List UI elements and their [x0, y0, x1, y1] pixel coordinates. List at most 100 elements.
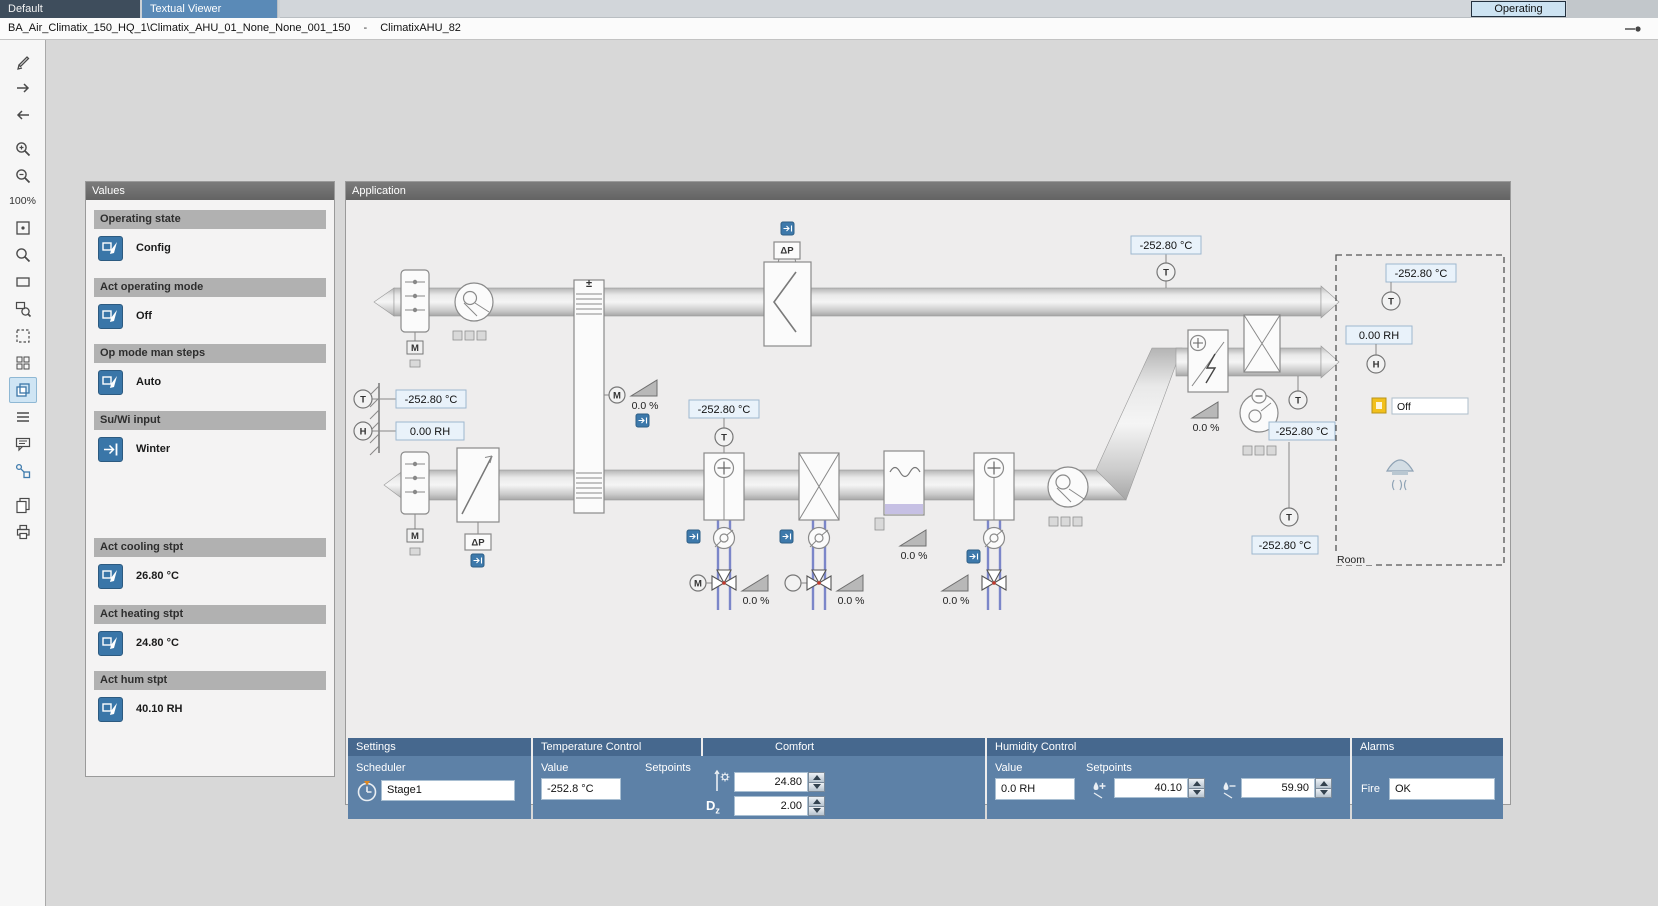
tab-bar-right-cap: [1567, 0, 1658, 18]
back-arrow-icon[interactable]: [9, 102, 37, 128]
zoom-level-label[interactable]: 100%: [6, 190, 40, 212]
grid-tool-icon[interactable]: [9, 350, 37, 376]
print-icon[interactable]: [9, 519, 37, 545]
application-panel-title: Application: [346, 182, 1510, 200]
comfort-setpoint-down-button[interactable]: [808, 783, 825, 793]
cooling-valve-value: 0.0 %: [838, 595, 865, 607]
supply-air-temp-sensor[interactable]: -252.80 °C T: [689, 400, 759, 453]
plate-heat-exchanger[interactable]: ΔP: [457, 448, 499, 567]
fit-view-icon[interactable]: [9, 215, 37, 241]
comfort-icon: [711, 768, 731, 797]
select-rect-icon[interactable]: [9, 269, 37, 295]
deadband-up-button[interactable]: [808, 796, 825, 807]
edit-value-icon: [98, 631, 123, 656]
copy-documents-icon[interactable]: [9, 492, 37, 518]
section-su-wi-input: Su/Wi input: [94, 411, 326, 430]
zoom-out-icon[interactable]: [9, 163, 37, 189]
section-op-mode-man-steps: Op mode man steps: [94, 344, 326, 363]
room-supply-temp-sensor-top[interactable]: T: [1289, 376, 1307, 409]
breadcrumb-path[interactable]: BA_Air_Climatix_150_HQ_1\Climatix_AHU_01…: [8, 22, 350, 34]
outside-temp-value: -252.80 °C: [405, 394, 458, 406]
extract-air-temp-sensor[interactable]: -252.80 °C T: [1131, 236, 1201, 288]
override-icon[interactable]: [471, 554, 484, 567]
comfort-setpoint-spinner: 24.80: [734, 772, 825, 792]
humidify-setpoint-up-button[interactable]: [1188, 778, 1205, 789]
pen-tool-icon[interactable]: [9, 48, 37, 74]
list-lines-icon[interactable]: [9, 404, 37, 430]
exhaust-coil-output-value: 0.0 %: [1193, 422, 1220, 434]
value-item-act-operating-mode[interactable]: Off: [94, 303, 326, 329]
exhaust-damper[interactable]: M: [401, 270, 429, 367]
section-act-hum-stpt: Act hum stpt: [94, 671, 326, 690]
svg-text:H: H: [1373, 360, 1380, 371]
wheel-speed-value: 0.0 %: [632, 400, 659, 412]
supply-fan[interactable]: [1048, 467, 1088, 526]
fire-alarm-field[interactable]: OK: [1389, 778, 1495, 800]
scheduler-value-field[interactable]: Stage1: [381, 780, 515, 801]
outside-temp-sensor[interactable]: T -252.80 °C: [354, 390, 466, 408]
override-icon[interactable]: [781, 222, 794, 235]
magnifier-icon[interactable]: [9, 242, 37, 268]
dashed-region-icon[interactable]: [9, 323, 37, 349]
comfort-setpoint-up-button[interactable]: [808, 772, 825, 783]
override-icon[interactable]: [780, 530, 793, 543]
override-icon[interactable]: [967, 550, 980, 563]
deadband-input[interactable]: 2.00: [734, 796, 808, 816]
position-slope-icon: [631, 380, 657, 396]
alarms-section: Alarms Fire OK: [1352, 738, 1503, 819]
section-operating-state: Operating state: [94, 210, 326, 229]
tab-textual-viewer[interactable]: Textual Viewer: [142, 0, 278, 18]
svg-text:T: T: [721, 433, 727, 444]
value-item-op-mode-man-steps[interactable]: Auto: [94, 369, 326, 395]
deadband-down-button[interactable]: [808, 807, 825, 817]
plant-diagram-area: T -252.80 °C H 0.00 RH M: [346, 200, 1510, 804]
dehumidify-setpoint-input[interactable]: 59.90: [1241, 778, 1315, 798]
navigate-icon[interactable]: [1624, 22, 1642, 36]
control-bar: Settings Scheduler Stage1 Temperature Co…: [346, 738, 1512, 819]
tab-default[interactable]: Default: [0, 0, 140, 18]
room-humidity-value: 0.00 RH: [1359, 330, 1399, 342]
temp-setpoints-label: Setpoints: [645, 762, 691, 774]
value-item-operating-state[interactable]: Config: [94, 235, 326, 261]
value-item-act-heating-stpt[interactable]: 24.80 °C: [94, 630, 326, 656]
humidify-setpoint-input[interactable]: 40.10: [1114, 778, 1188, 798]
svg-text:ΔP: ΔP: [471, 538, 485, 549]
override-icon[interactable]: [687, 530, 700, 543]
zoom-region-icon[interactable]: [9, 296, 37, 322]
forward-arrow-icon[interactable]: [9, 75, 37, 101]
value-item-act-cooling-stpt[interactable]: 26.80 °C: [94, 563, 326, 589]
value-item-act-hum-stpt[interactable]: 40.10 RH: [94, 696, 326, 722]
dehumidify-setpoint-down-button[interactable]: [1315, 789, 1332, 799]
zoom-in-icon[interactable]: [9, 136, 37, 162]
exhaust-fan[interactable]: [453, 283, 493, 340]
discharge-temp-sensor[interactable]: T -252.80 °C: [1252, 442, 1318, 554]
recirculation-temp-value: -252.80 °C: [1276, 426, 1329, 438]
comment-icon[interactable]: [9, 431, 37, 457]
layers-tool-icon[interactable]: [9, 377, 37, 403]
exhaust-filter[interactable]: ΔP: [764, 222, 811, 346]
link-objects-icon[interactable]: [9, 458, 37, 484]
temp-value-field[interactable]: -252.8 °C: [541, 778, 621, 800]
comfort-setpoint-input[interactable]: 24.80: [734, 772, 808, 792]
humidity-value-field[interactable]: 0.0 RH: [995, 778, 1075, 800]
recirculation-damper[interactable]: [1244, 315, 1280, 372]
settings-section: Settings Scheduler Stage1: [348, 738, 531, 819]
exhaust-heat-coil[interactable]: 0.0 %: [1188, 330, 1228, 434]
extract-temp-value: -252.80 °C: [1140, 240, 1193, 252]
humidify-setpoint-down-button[interactable]: [1188, 789, 1205, 799]
scheduler-clock-icon[interactable]: [355, 779, 379, 806]
value-item-label: Config: [136, 242, 171, 254]
outside-humidity-sensor[interactable]: H 0.00 RH: [354, 422, 464, 440]
operating-mode-button[interactable]: Operating: [1471, 1, 1566, 17]
humidifier[interactable]: 0.0 %: [875, 451, 927, 562]
supply-damper[interactable]: M: [401, 452, 429, 555]
values-panel-title: Values: [86, 182, 334, 200]
edit-value-icon: [98, 304, 123, 329]
override-icon[interactable]: [636, 414, 649, 427]
recirculation-pump[interactable]: -252.80 °C: [1240, 389, 1335, 455]
value-item-su-wi-input[interactable]: Winter: [94, 436, 326, 462]
dehumidify-setpoint-up-button[interactable]: [1315, 778, 1332, 789]
smoke-detector-icon[interactable]: [1387, 460, 1413, 490]
deadband-symbol: Dz: [706, 798, 720, 816]
svg-text:T: T: [1286, 513, 1292, 524]
